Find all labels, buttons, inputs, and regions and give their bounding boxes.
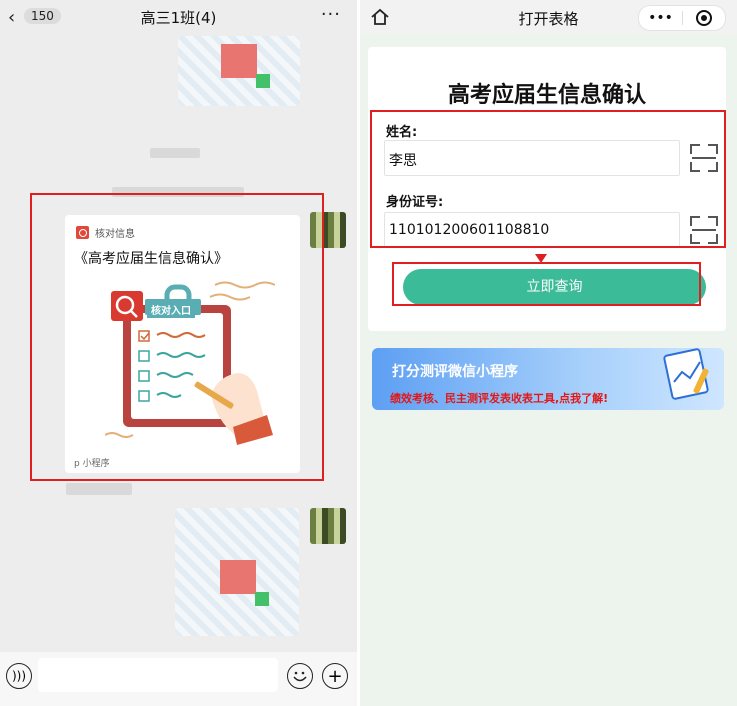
blurred-image-message[interactable] [175,508,299,636]
more-dots-icon[interactable]: ••• [639,10,682,26]
banner-subtitle: 绩效考核、民主测评发表收表工具,点我了解! [390,392,609,405]
blurred-image-message[interactable] [178,36,300,106]
message-input[interactable] [38,658,278,692]
avatar[interactable] [310,508,346,544]
mini-program-pane: 打开表格 ••• 高考应届生信息确认 姓名: 李思 身份证号: 11010120… [360,0,737,706]
emoji-icon[interactable] [287,663,313,689]
highlight-box-button [392,262,701,306]
mini-program-header: 打开表格 ••• [360,0,737,34]
banner-title: 打分测评微信小程序 [392,364,518,380]
promo-banner[interactable]: 打分测评微信小程序 绩效考核、民主测评发表收表工具,点我了解! [372,348,724,410]
capsule-menu: ••• [638,5,726,31]
plus-icon[interactable]: + [322,663,348,689]
chat-title: 高三1班(4) [140,9,217,27]
chat-header: ‹ 150 高三1班(4) ··· [0,0,357,34]
chat-pane: ‹ 150 高三1班(4) ··· 核对信息 《高考应届生信息确认》 核对入口 … [0,0,357,706]
highlight-box-card [30,193,324,481]
blurred-caption [66,483,132,495]
form-title: 高考应届生信息确认 [447,83,646,108]
highlight-box-fields [370,110,726,248]
voice-icon[interactable]: ))) [6,663,32,689]
close-target-icon[interactable] [683,10,725,26]
more-dots-icon[interactable]: ··· [321,4,341,25]
chart-document-icon [663,348,709,400]
blurred-timestamp [150,148,200,158]
message-input-bar: ))) + [0,652,357,706]
